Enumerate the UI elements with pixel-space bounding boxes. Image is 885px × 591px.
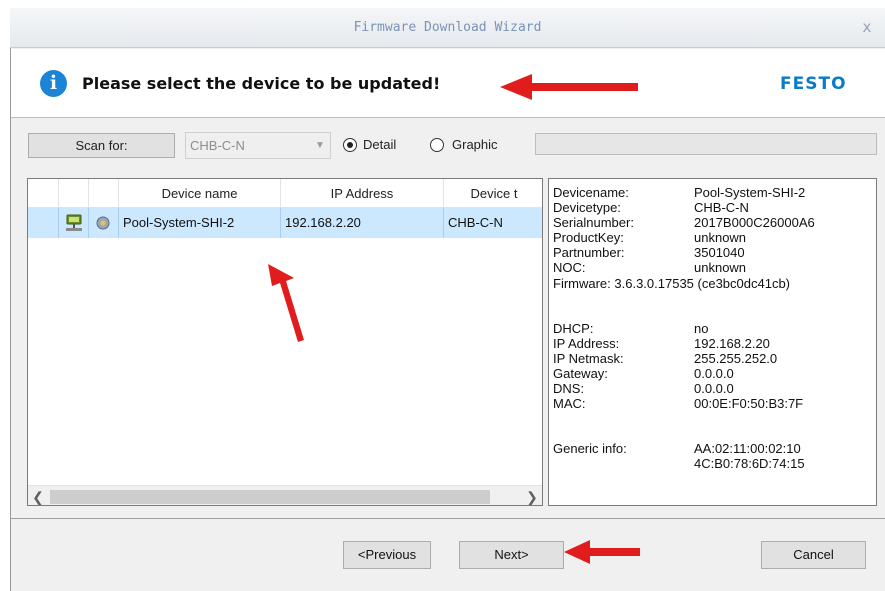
radio-graphic-label: Graphic: [452, 137, 498, 152]
scroll-right-icon[interactable]: ❯: [522, 486, 542, 505]
detail-value: unknown: [694, 260, 747, 275]
info-icon: i: [40, 70, 67, 97]
annotation-arrow-header: [500, 74, 638, 100]
radio-detail[interactable]: [343, 138, 357, 152]
detail-value: 2017B000C26000A6: [694, 215, 815, 230]
detail-value: AA:02:11:00:02:10: [694, 441, 801, 456]
window-title: Firmware Download Wizard: [353, 20, 542, 35]
detail-label: IP Netmask:: [553, 351, 624, 366]
header-message: Please select the device to be updated!: [82, 74, 441, 93]
detail-value: 0.0.0.0: [694, 366, 734, 381]
column-header-blank-1[interactable]: [28, 179, 59, 208]
detail-label: Generic info:: [553, 441, 627, 456]
firmware-info: Firmware: 3.6.3.0.17535 (ce3bc0dc41cb): [553, 276, 791, 291]
column-header-blank-3[interactable]: [89, 179, 119, 208]
detail-label: Devicetype:: [553, 200, 621, 215]
cancel-button[interactable]: Cancel: [761, 541, 866, 569]
gear-icon: [96, 216, 110, 230]
detail-value: 192.168.2.20: [694, 336, 770, 351]
device-type-combo-value: CHB-C-N: [190, 138, 245, 153]
scroll-left-icon[interactable]: ❮: [28, 486, 48, 505]
radio-graphic[interactable]: [430, 138, 444, 152]
scan-button[interactable]: Scan for:: [28, 133, 175, 158]
detail-value: unknown: [694, 230, 747, 245]
detail-value: 3501040: [694, 245, 745, 260]
column-header-device-type[interactable]: Device t: [444, 179, 542, 208]
horizontal-scrollbar[interactable]: ❮ ❯: [28, 485, 542, 505]
column-header-device-name[interactable]: Device name: [119, 179, 281, 208]
detail-label: Serialnumber:: [553, 215, 634, 230]
scan-progress-bar: [535, 133, 877, 155]
detail-label: NOC:: [553, 260, 586, 275]
detail-value: 4C:B0:78:6D:74:15: [694, 456, 805, 471]
detail-value: CHB-C-N: [694, 200, 749, 215]
column-header-ip-address[interactable]: IP Address: [281, 179, 444, 208]
previous-button[interactable]: <Previous: [343, 541, 431, 569]
detail-label: DHCP:: [553, 321, 594, 336]
detail-label: Gateway:: [553, 366, 608, 381]
table-cell-ip-address: 192.168.2.20: [281, 208, 444, 238]
footer-divider: [11, 518, 885, 519]
table-cell-blank: [28, 208, 59, 238]
detail-value: Pool-System-SHI-2: [694, 185, 806, 200]
annotation-arrow-next: [564, 540, 640, 564]
table-cell-device-name: Pool-System-SHI-2: [119, 208, 281, 238]
detail-label: MAC:: [553, 396, 586, 411]
next-button[interactable]: Next>: [459, 541, 564, 569]
annotation-arrow-row: [268, 264, 304, 342]
detail-value: 0.0.0.0: [694, 381, 734, 396]
network-device-icon: [66, 214, 82, 231]
detail-label: Devicename:: [553, 185, 629, 200]
detail-label: ProductKey:: [553, 230, 624, 245]
column-header-blank-2[interactable]: [59, 179, 89, 208]
detail-label: DNS:: [553, 381, 585, 396]
detail-value: 255.255.252.0: [694, 351, 778, 366]
detail-value: no: [694, 321, 709, 336]
detail-label: Partnumber:: [553, 245, 625, 260]
detail-value: 00:0E:F0:50:B3:7F: [694, 396, 804, 411]
radio-detail-dot: [347, 142, 353, 148]
table-cell-device-type: CHB-C-N: [448, 215, 503, 230]
close-icon[interactable]: x: [856, 16, 878, 38]
brand-logo: FESTO: [780, 74, 847, 94]
chevron-down-icon[interactable]: ▼: [311, 133, 329, 158]
device-details-panel: Devicename: Pool-System-SHI-2 Devicetype…: [548, 178, 877, 506]
detail-label: IP Address:: [553, 336, 620, 351]
scrollbar-thumb[interactable]: [50, 490, 490, 504]
radio-detail-label: Detail: [363, 137, 397, 152]
